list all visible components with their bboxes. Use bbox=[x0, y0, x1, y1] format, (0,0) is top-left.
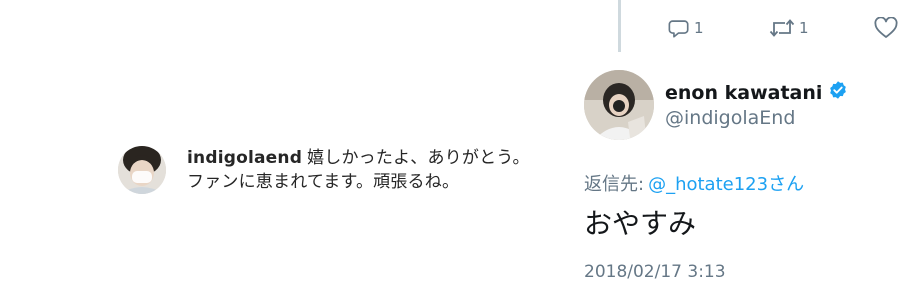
screenshot-composite: indigolaend 嬉しかったよ、ありがとう。 ファンに恵まれてます。頑張るね… bbox=[0, 0, 903, 301]
tweet-actions: 1 1 bbox=[668, 14, 903, 44]
comment-line-1: indigolaend 嬉しかったよ、ありがとう。 bbox=[187, 146, 567, 170]
reply-to: 返信先: @_hotate123さん bbox=[584, 170, 804, 196]
avatar-photo bbox=[584, 70, 654, 140]
comment-text-line-2: ファンに恵まれてます。頑張るね。 bbox=[187, 172, 460, 192]
instagram-comment: indigolaend 嬉しかったよ、ありがとう。 ファンに恵まれてます。頑張るね… bbox=[118, 146, 568, 206]
verified-badge-icon bbox=[828, 80, 848, 105]
thread-line bbox=[618, 0, 621, 52]
like-button[interactable] bbox=[874, 14, 902, 42]
reply-button[interactable]: 1 bbox=[668, 14, 704, 42]
display-name-text: enon kawatani bbox=[665, 81, 823, 104]
retweet-count: 1 bbox=[799, 19, 809, 37]
tweet-timestamp[interactable]: 2018/02/17 3:13 bbox=[584, 262, 726, 282]
tweet-display-name[interactable]: enon kawatani bbox=[665, 80, 848, 105]
comment-text-line-1: 嬉しかったよ、ありがとう。 bbox=[307, 148, 530, 168]
reply-icon bbox=[668, 17, 690, 39]
tweet-text: おやすみ bbox=[584, 207, 697, 240]
avatar-photo bbox=[118, 146, 166, 194]
heart-icon bbox=[874, 17, 898, 39]
tweet-handle[interactable]: @indigolaEnd bbox=[665, 107, 795, 129]
retweet-icon bbox=[769, 17, 795, 39]
reply-mention-link[interactable]: @_hotate123さん bbox=[648, 174, 804, 195]
tweet-avatar[interactable] bbox=[584, 70, 654, 140]
reply-count: 1 bbox=[694, 19, 704, 37]
comment-username[interactable]: indigolaend bbox=[187, 148, 302, 168]
comment-text: indigolaend 嬉しかったよ、ありがとう。 ファンに恵まれてます。頑張るね… bbox=[187, 146, 567, 194]
retweet-button[interactable]: 1 bbox=[769, 14, 809, 42]
reply-to-label: 返信先: bbox=[584, 174, 645, 195]
comment-avatar[interactable] bbox=[118, 146, 166, 194]
